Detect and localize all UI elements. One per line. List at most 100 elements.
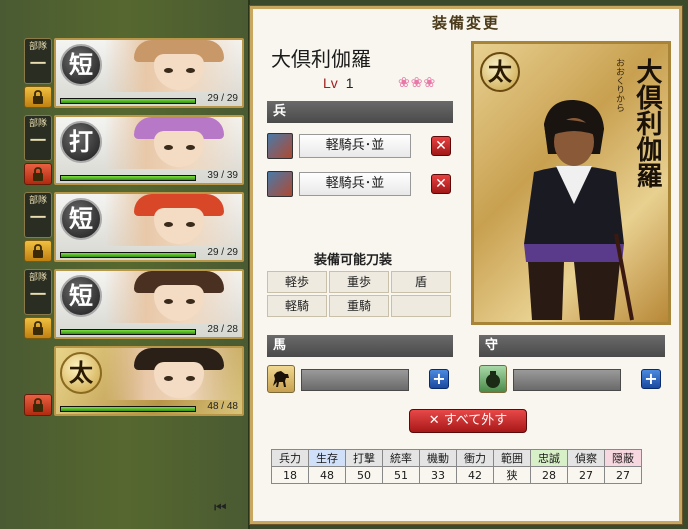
equip-type-cell: 軽騎 (267, 295, 327, 317)
squad-tag: 部隊一 (24, 269, 52, 315)
card-type-badge: 太 (480, 52, 520, 92)
lock-icon (33, 90, 43, 104)
stat-header: 隠蔽 (604, 449, 642, 467)
remove-troop-button[interactable]: ✕ (431, 136, 451, 156)
hp-bar (60, 175, 196, 181)
stat-value: 42 (456, 466, 494, 484)
stat-value: 27 (604, 466, 642, 484)
unit-card[interactable]: 太 48 / 48 (54, 346, 244, 416)
charm-section-header: 守 (479, 335, 665, 357)
hp-text: 48 / 48 (207, 401, 238, 412)
lock-icon (33, 167, 43, 181)
squad-label: 部隊 (28, 196, 47, 206)
unit-card[interactable]: 打 39 / 39 (54, 115, 244, 185)
unit-portrait (104, 194, 242, 246)
equip-type-cell: 重騎 (329, 295, 389, 317)
hp-text: 28 / 28 (207, 324, 238, 335)
unequip-all-button[interactable]: ✕ すべて外す (409, 409, 527, 433)
unit-portrait (104, 40, 242, 92)
sword-type-badge: 短 (60, 198, 102, 240)
lock-icon (33, 244, 43, 258)
collapse-arrow-icon[interactable]: ⏮ (214, 500, 228, 516)
lock-button[interactable] (24, 394, 52, 416)
roster-unit[interactable]: 部隊一 打 39 / 39 (0, 115, 250, 187)
troops-section-header: 兵 (267, 101, 453, 123)
stat-header: 打撃 (345, 449, 383, 467)
level-value: 1 (345, 75, 354, 91)
stat-header: 偵察 (567, 449, 605, 467)
unit-card[interactable]: 短 29 / 29 (54, 38, 244, 108)
unit-card[interactable]: 短 28 / 28 (54, 269, 244, 339)
lock-icon (33, 398, 43, 412)
stat-value: 48 (308, 466, 346, 484)
stat-value: 50 (345, 466, 383, 484)
horse-section-header: 馬 (267, 335, 453, 357)
sword-type-badge: 短 (60, 44, 102, 86)
roster-unit[interactable]: 部隊一 短 29 / 29 (0, 192, 250, 264)
character-portrait (524, 99, 634, 321)
add-horse-button[interactable]: + (429, 369, 449, 389)
roster-unit[interactable]: 部隊一 短 28 / 28 (0, 269, 250, 341)
hp-text: 29 / 29 (207, 93, 238, 104)
squad-tag: 部隊一 (24, 115, 52, 161)
squad-number: 一 (29, 131, 46, 150)
hp-text: 39 / 39 (207, 170, 238, 181)
charm-slot-bar[interactable] (513, 369, 621, 391)
troop-slot-2: 軽騎兵･並 ✕ (267, 171, 451, 197)
equip-type-cell: 軽歩 (267, 271, 327, 293)
hp-bar (60, 252, 196, 258)
lock-button[interactable] (24, 240, 52, 262)
unit-portrait (104, 348, 242, 400)
troop-slot-1: 軽騎兵･並 ✕ (267, 133, 451, 159)
roster-unit[interactable]: 部隊一 短 29 / 29 (0, 38, 250, 110)
hp-bar (60, 406, 196, 412)
petal-icons: ❀❀❀ (398, 75, 437, 91)
stat-header: 統率 (382, 449, 420, 467)
hp-text: 29 / 29 (207, 247, 238, 258)
unit-portrait (104, 271, 242, 323)
equip-panel: 装備変更 大倶利伽羅 Lv 1 ❀❀❀ 兵 軽騎兵･並 ✕ 軽騎兵･並 ✕ 装備可… (250, 6, 682, 524)
stat-header: 衝力 (456, 449, 494, 467)
squad-number: 一 (29, 285, 46, 304)
squad-tag: 部隊一 (24, 38, 52, 84)
stat-value: 27 (567, 466, 605, 484)
stat-value: 28 (530, 466, 568, 484)
squad-tag: 部隊一 (24, 192, 52, 238)
squad-label: 部隊 (28, 273, 47, 283)
horse-slot-bar[interactable] (301, 369, 409, 391)
roster-unit[interactable]: 太 48 / 48 (0, 346, 250, 418)
stat-value: 狭 (493, 466, 531, 484)
charm-icon (479, 365, 507, 393)
troop-name[interactable]: 軽騎兵･並 (299, 172, 411, 196)
horse-slot: + (267, 365, 467, 393)
cavalry-icon (267, 171, 293, 197)
cavalry-icon (267, 133, 293, 159)
horse-icon (267, 365, 295, 393)
sword-type-badge: 太 (60, 352, 102, 394)
stat-value: 51 (382, 466, 420, 484)
equip-type-cell: 盾 (391, 271, 451, 293)
lock-button[interactable] (24, 163, 52, 185)
character-card: 太 おおくりから 大倶利伽羅 (471, 41, 671, 325)
sword-type-badge: 短 (60, 275, 102, 317)
unit-portrait (104, 117, 242, 169)
lock-button[interactable] (24, 317, 52, 339)
lock-icon (33, 321, 43, 335)
add-charm-button[interactable]: + (641, 369, 661, 389)
panel-title: 装備変更 (431, 14, 500, 32)
charm-slot: + (479, 365, 679, 393)
remove-troop-button[interactable]: ✕ (431, 174, 451, 194)
equippable-title: 装備可能刀装 (313, 253, 392, 268)
level-display: Lv 1 (323, 75, 354, 91)
equip-type-cell: 重歩 (329, 271, 389, 293)
equip-type-cell (391, 295, 451, 317)
stat-header: 機動 (419, 449, 457, 467)
stat-header: 生存 (308, 449, 346, 467)
squad-label: 部隊 (28, 42, 47, 52)
hp-bar (60, 329, 196, 335)
hp-bar (60, 98, 196, 104)
troop-name[interactable]: 軽騎兵･並 (299, 134, 411, 158)
lock-button[interactable] (24, 86, 52, 108)
unit-card[interactable]: 短 29 / 29 (54, 192, 244, 262)
stat-header: 範囲 (493, 449, 531, 467)
